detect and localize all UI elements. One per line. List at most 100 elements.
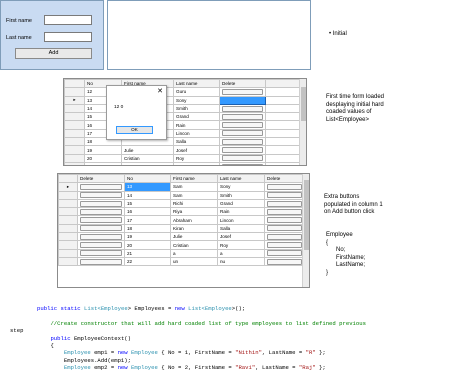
table-row[interactable]: 16 Riya Rain — [58, 207, 305, 217]
delete-button-left[interactable] — [80, 258, 122, 265]
row-header[interactable] — [58, 215, 78, 225]
delete-button-left[interactable] — [80, 250, 122, 257]
row-header[interactable] — [58, 190, 78, 200]
cell-last-name[interactable]: Rain — [217, 207, 265, 217]
cell-first-name[interactable]: Riya — [170, 207, 218, 217]
delete-button-left[interactable] — [80, 192, 122, 199]
cell-last-name[interactable]: Josef — [173, 145, 220, 155]
cell-no[interactable]: 14 — [124, 190, 171, 200]
row-header[interactable] — [58, 207, 78, 217]
cell-no[interactable]: 18 — [124, 223, 171, 234]
row-header[interactable] — [64, 153, 85, 163]
cell-first-name[interactable]: Richi — [170, 198, 218, 209]
ok-button[interactable]: OK — [116, 126, 153, 134]
table-row[interactable]: 15 Grand — [64, 112, 302, 122]
row-header[interactable] — [64, 103, 85, 114]
row-header[interactable] — [58, 232, 78, 242]
cell-last-name[interactable]: Roy — [217, 240, 265, 250]
table-row[interactable]: 17 Abraham Lincon — [58, 215, 305, 225]
cell-last-name[interactable]: Josef — [217, 232, 265, 242]
cell-delete[interactable] — [219, 95, 266, 105]
cell-no[interactable]: 16 — [124, 207, 171, 217]
table-row[interactable]: 17 Lincon — [64, 128, 302, 139]
delete-button-right[interactable] — [267, 208, 302, 215]
cell-delete[interactable] — [219, 112, 266, 122]
row-header[interactable] — [58, 240, 78, 250]
cell-last-name[interactable]: nu — [217, 256, 265, 267]
cell-delete[interactable] — [219, 137, 266, 147]
delete-button[interactable] — [222, 155, 263, 162]
cell-last-name[interactable]: a — [173, 161, 220, 165]
employee-grid-with-delete[interactable]: Delete No First name Last name Delete ▸ 1… — [57, 173, 310, 288]
row-header[interactable] — [64, 128, 85, 139]
cell-last-name[interactable]: Salla — [217, 223, 265, 234]
row-header[interactable] — [58, 223, 78, 234]
delete-button[interactable] — [222, 88, 263, 95]
table-row[interactable]: 19 Julie Josef — [58, 232, 305, 242]
delete-button[interactable] — [222, 130, 263, 137]
col-header-no[interactable]: No — [124, 174, 171, 184]
cell-last-name[interactable]: Lincon — [217, 215, 265, 225]
cell-delete[interactable] — [219, 120, 266, 130]
row-header[interactable] — [64, 112, 85, 122]
cell-last-name[interactable]: Grand — [173, 112, 220, 122]
cell-first-name[interactable]: Julie — [121, 145, 174, 155]
cell-no[interactable]: 22 — [124, 256, 171, 267]
cell-no[interactable]: 20 — [84, 153, 122, 163]
cell-no[interactable]: 19 — [124, 232, 171, 242]
cell-last-name[interactable]: Smith — [173, 103, 220, 114]
row-header[interactable] — [64, 137, 85, 147]
cell-no[interactable]: 15 — [124, 198, 171, 209]
table-row[interactable]: 22 un nu — [58, 256, 305, 267]
table-row[interactable]: 18 Salla — [64, 137, 302, 147]
table-row[interactable]: 20 Cristian Roy — [64, 153, 302, 163]
row-header[interactable] — [64, 161, 85, 165]
cell-first-name[interactable]: un — [170, 256, 218, 267]
row-header[interactable] — [58, 248, 78, 258]
table-row[interactable]: 16 Rain — [64, 120, 302, 130]
cell-last-name[interactable]: Guru — [173, 87, 220, 97]
delete-button-right[interactable] — [267, 183, 302, 190]
row-header[interactable] — [64, 87, 85, 97]
delete-button[interactable] — [222, 113, 263, 120]
cell-last-name[interactable]: Grand — [217, 198, 265, 209]
vertical-scrollbar[interactable] — [299, 79, 306, 165]
cell-no[interactable]: 21 — [84, 161, 122, 165]
delete-button-right[interactable] — [267, 242, 302, 249]
row-header[interactable] — [64, 120, 85, 130]
delete-button-right[interactable] — [267, 217, 302, 224]
col-header-delete-left[interactable]: Delete — [77, 174, 125, 184]
table-row[interactable]: 19 Julie Josef — [64, 145, 302, 155]
delete-button-right[interactable] — [267, 192, 302, 199]
row-header[interactable]: ▸ — [64, 95, 85, 105]
cell-first-name[interactable]: Cristian — [170, 240, 218, 250]
row-header[interactable]: ▸ — [58, 182, 78, 192]
col-header-delete-right[interactable]: Delete — [264, 174, 305, 184]
cell-first-name[interactable]: Sam — [170, 182, 218, 192]
delete-button[interactable] — [222, 147, 263, 154]
delete-button-right[interactable] — [267, 250, 302, 257]
scroll-thumb[interactable] — [304, 180, 309, 250]
cell-last-name[interactable]: Roy — [173, 153, 220, 163]
first-name-input[interactable] — [44, 15, 92, 25]
delete-button-right[interactable] — [267, 225, 302, 232]
cell-last-name[interactable]: a — [217, 248, 265, 258]
cell-last-name[interactable]: Sony — [173, 95, 220, 105]
cell-no[interactable]: 21 — [124, 248, 171, 258]
row-header[interactable] — [58, 198, 78, 209]
table-row[interactable]: 14 Smith — [64, 103, 302, 114]
row-header[interactable] — [64, 145, 85, 155]
employee-grid-initial[interactable]: No First name Last name Delete 12 Guru ▸ 13… — [63, 78, 307, 166]
table-row[interactable]: 12 Guru — [64, 87, 302, 97]
table-row[interactable]: 21aa — [64, 161, 302, 165]
delete-button[interactable] — [222, 122, 263, 129]
cell-no[interactable]: 20 — [124, 240, 171, 250]
cell-first-name[interactable]: Julie — [170, 232, 218, 242]
delete-button[interactable] — [222, 138, 263, 145]
cell-last-name[interactable]: Lincon — [173, 128, 220, 139]
delete-button[interactable] — [222, 163, 263, 165]
add-button[interactable]: Add — [15, 48, 92, 59]
cell-no[interactable]: 17 — [124, 215, 171, 225]
table-row[interactable]: ▸ 13 Sam Sony — [58, 182, 305, 192]
table-row[interactable]: 15 Richi Grand — [58, 198, 305, 209]
